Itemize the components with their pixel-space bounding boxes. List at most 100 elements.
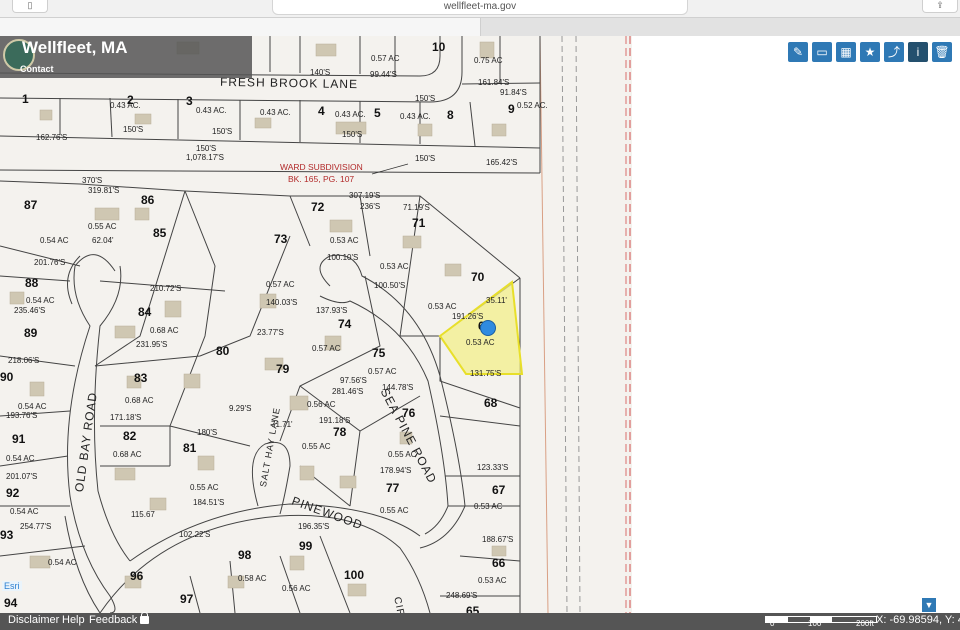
browser-bar: ▯ wellfleet-ma.gov ⇪ [0, 0, 960, 37]
info-icon[interactable]: i [908, 42, 928, 62]
dimension-label: 231.95'S [136, 340, 168, 349]
dimension-label: 248.69'S [446, 591, 478, 600]
layers-icon[interactable]: ▦ [836, 42, 856, 62]
lot-number: 92 [6, 486, 20, 500]
acreage-label: 0.54 AC [48, 558, 77, 567]
dimension-label: 97.56'S [340, 376, 367, 385]
dimension-label: 150'S [212, 127, 233, 136]
acreage-label: 0.53 AC [474, 502, 503, 511]
acreage-label: 0.53 AC [466, 338, 495, 347]
acreage-label: 0.54 AC [18, 402, 47, 411]
acreage-label: 0.75 AC [474, 56, 503, 65]
lot-number: 66 [492, 556, 506, 570]
acreage-label: 0.43 AC. [400, 112, 431, 121]
lot-number: 4 [318, 104, 325, 118]
footer-bar: Disclaimer Help Feedback 0 100 200ft X: … [0, 612, 960, 630]
disclaimer-link[interactable]: Disclaimer [8, 614, 59, 626]
dimension-label: 131.75'S [470, 369, 502, 378]
acreage-label: 0.54 AC [6, 454, 35, 463]
lot-number: 73 [274, 232, 288, 246]
acreage-label: 0.54 AC [10, 507, 39, 516]
map-view[interactable]: FRESH BROOK LANE SEA PINE ROAD OLD BAY R… [0, 36, 960, 613]
url-bar[interactable]: wellfleet-ma.gov [272, 0, 688, 15]
acreage-label: 0.56 AC [282, 584, 311, 593]
lot-number: 97 [180, 592, 194, 606]
active-tab[interactable] [0, 18, 481, 36]
sidebar-icon[interactable]: ▯ [12, 0, 48, 13]
help-link[interactable]: Help [62, 614, 85, 626]
acreage-label: 0.56 AC [307, 400, 336, 409]
ward-book-page-label: BK. 165, PG. 107 [288, 174, 355, 184]
ward-subdivision-label: WARD SUBDIVISION [280, 162, 363, 172]
lock-icon [140, 612, 149, 624]
dimension-label: 180'S [197, 428, 218, 437]
dimension-label: 9.29'S [229, 404, 252, 413]
acreage-label: 0.53 AC [428, 302, 457, 311]
chevron-down-icon[interactable]: ▼ [922, 598, 936, 612]
map-attribution[interactable]: Esri [2, 581, 22, 591]
dimension-label: 201.76'S [34, 258, 66, 267]
measure-icon[interactable]: ▭ [812, 42, 832, 62]
dimension-label: 218.06'S [8, 356, 40, 365]
lot-number: 82 [123, 429, 137, 443]
lot-number: 98 [238, 548, 252, 562]
dimension-label: 191.18'S [319, 416, 351, 425]
contact-link[interactable]: Contact [20, 64, 54, 74]
dimension-label: 71.19'S [403, 203, 430, 212]
subdivision-plan[interactable]: FRESH BROOK LANE SEA PINE ROAD OLD BAY R… [0, 36, 632, 613]
dimension-label: 91.84'S [500, 88, 527, 97]
dimension-label: 191.26'S [452, 312, 484, 321]
lot-number: 5 [374, 106, 381, 120]
dimension-label: 210.72'S [150, 284, 182, 293]
dimension-label: 193.76'S [6, 411, 38, 420]
dimension-label: 236'S [360, 202, 381, 211]
dimension-label: 1,078.17'S [186, 153, 225, 162]
dimension-label: 319.81'S [88, 186, 120, 195]
dimension-label: 171.18'S [110, 413, 142, 422]
lot-number: 88 [25, 276, 39, 290]
lot-number: 10 [432, 40, 446, 54]
feedback-link[interactable]: Feedback [89, 614, 137, 626]
lot-number: 86 [141, 193, 155, 207]
acreage-label: 0.43 AC. [196, 106, 227, 115]
dimension-label: 162.76'S [36, 133, 68, 142]
acreage-label: 0.55 AC [302, 442, 331, 451]
acreage-label: 0.43 AC. [110, 101, 141, 110]
dimension-label: 71.71' [271, 420, 293, 429]
dimension-label: 307.19'S [349, 191, 381, 200]
lot-number: 67 [492, 483, 506, 497]
selected-parcel-marker[interactable] [480, 320, 496, 336]
dimension-label: 140.03'S [266, 298, 298, 307]
acreage-label: 0.53 AC [478, 576, 507, 585]
share-icon[interactable]: ⤴ [884, 42, 904, 62]
dimension-label: 184.51'S [193, 498, 225, 507]
lot-number: 65 [466, 604, 480, 613]
lot-number: 93 [0, 528, 14, 542]
lot-number: 72 [311, 200, 325, 214]
acreage-label: 0.57 AC [371, 54, 400, 63]
lot-number: 83 [134, 371, 148, 385]
lot-number: 80 [216, 344, 230, 358]
acreage-label: 0.57 AC [368, 367, 397, 376]
acreage-label: 0.58 AC [238, 574, 267, 583]
share-icon[interactable]: ⇪ [922, 0, 958, 13]
lot-number: 94 [4, 596, 18, 610]
lot-number: 9 [508, 102, 515, 116]
dimension-label: 281.46'S [332, 387, 364, 396]
acreage-label: 0.53 AC [330, 236, 359, 245]
lot-number: 78 [333, 425, 347, 439]
lot-number: 87 [24, 198, 38, 212]
acreage-label: 0.68 AC [113, 450, 142, 459]
dimension-label: 150'S [415, 94, 436, 103]
coordinate-readout: X: -69.98594, Y: 41.9 [876, 614, 960, 626]
dimension-label: 137.93'S [316, 306, 348, 315]
draw-icon[interactable]: ✎ [788, 42, 808, 62]
lot-number: 76 [402, 406, 416, 420]
dimension-label: 370'S [82, 176, 103, 185]
lot-number: 71 [412, 216, 426, 230]
lot-number: 99 [299, 539, 313, 553]
acreage-label: 0.55 AC [388, 450, 417, 459]
trash-icon[interactable]: 🗑 [932, 42, 952, 62]
lot-number: 91 [12, 432, 26, 446]
favorite-icon[interactable]: ★ [860, 42, 880, 62]
